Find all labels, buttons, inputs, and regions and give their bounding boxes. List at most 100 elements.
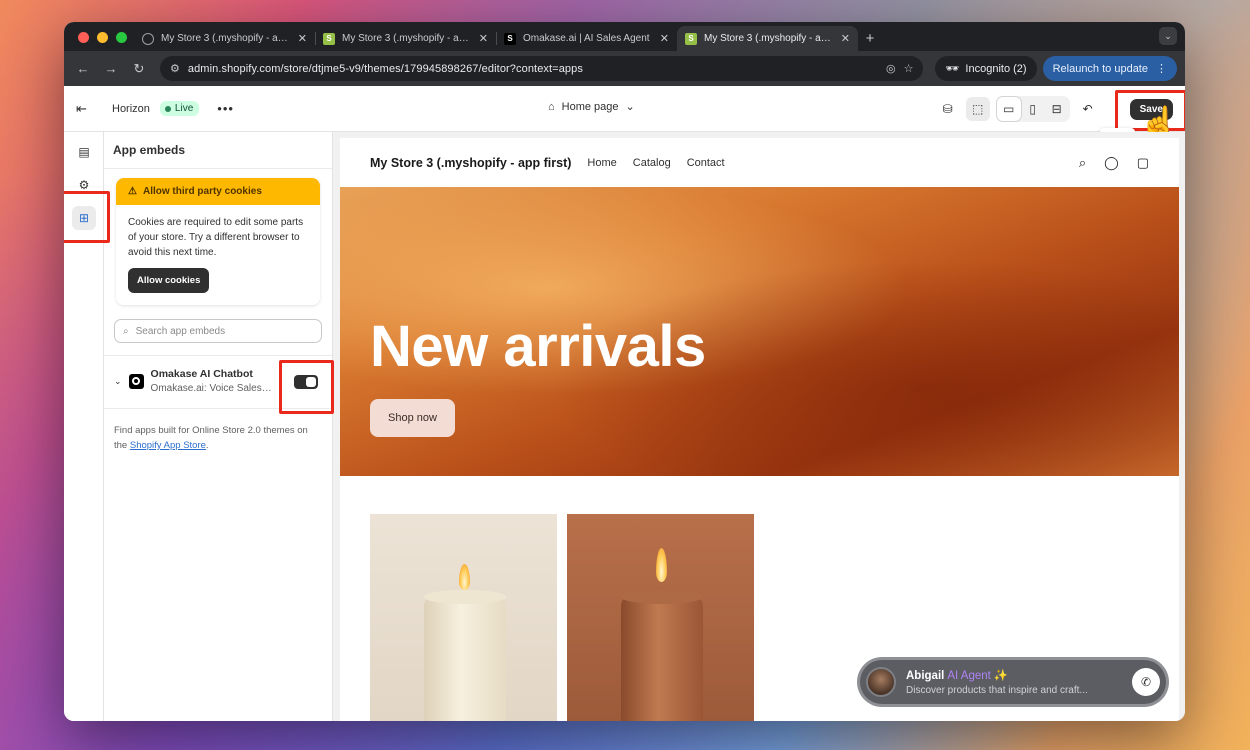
close-icon[interactable]: ✕ [660, 32, 669, 45]
agent-name: Abigail [906, 670, 945, 682]
cookie-banner-header: ⚠ Allow third party cookies [116, 178, 320, 205]
agent-name-line: Abigail AI Agent ✨ [906, 668, 1132, 682]
relaunch-label: Relaunch to update [1052, 62, 1148, 75]
close-icon[interactable]: ✕ [298, 32, 307, 45]
more-options-button[interactable]: ••• [217, 101, 234, 116]
incognito-label: Incognito (2) [965, 62, 1027, 75]
search-app-embeds-input[interactable]: ⌕ Search app embeds [114, 319, 322, 343]
hero-banner: New arrivals Shop now [340, 187, 1179, 476]
home-icon: ⌂ [548, 100, 555, 113]
chat-text: Abigail AI Agent ✨ Discover products that … [906, 668, 1132, 696]
inspector-icon[interactable]: ⬚ [965, 97, 990, 121]
account-icon[interactable]: ◯ [1104, 155, 1119, 171]
new-tab-button[interactable]: + [858, 26, 882, 51]
tab-title: My Store 3 (.myshopify - app first) [704, 33, 834, 44]
maximize-window-button[interactable] [116, 32, 127, 43]
shopify-icon: S [685, 32, 697, 45]
ai-chat-widget[interactable]: Abigail AI Agent ✨ Discover products that … [860, 660, 1166, 704]
live-label: Live [174, 103, 194, 114]
warning-icon: ⚠ [128, 186, 137, 197]
allow-cookies-button[interactable]: Allow cookies [128, 268, 210, 293]
fullscreen-icon[interactable]: ⊟ [1045, 97, 1069, 121]
window-controls [78, 32, 127, 43]
omakase-logo-icon [128, 373, 144, 389]
tab-store-active[interactable]: S My Store 3 (.myshopify - app first) ✕ [677, 26, 858, 51]
tab-title: My Store 3 (.myshopify - app first) [342, 33, 472, 44]
store-header: My Store 3 (.myshopify - app first) Home… [340, 138, 1179, 187]
shop-now-button[interactable]: Shop now [370, 399, 455, 437]
find-apps-note: Find apps built for Online Store 2.0 the… [104, 409, 332, 467]
app-embeds-panel: App embeds ⚠ Allow third party cookies C… [104, 132, 333, 721]
address-bar[interactable]: ⚙ admin.shopify.com/store/dtjme5-v9/them… [160, 56, 924, 81]
incognito-icon: 🕶 [945, 63, 960, 75]
product-card[interactable] [370, 514, 557, 721]
nav-link-contact[interactable]: Contact [687, 157, 725, 169]
close-window-button[interactable] [78, 32, 89, 43]
candle-flame-image [656, 548, 667, 582]
undo-icon[interactable]: ↶ [1076, 97, 1100, 121]
omakase-icon: S [504, 32, 516, 45]
globe-icon [142, 32, 154, 45]
phone-call-icon[interactable]: ✆ [1132, 668, 1160, 696]
browser-window: My Store 3 (.myshopify - app first) ✕ S … [64, 22, 1185, 721]
cart-icon[interactable]: ▢ [1137, 155, 1149, 171]
theme-name: Horizon [112, 102, 150, 115]
live-dot-icon [164, 105, 171, 112]
shopify-app-store-link[interactable]: Shopify App Store [130, 440, 206, 451]
search-icon[interactable]: ⌕ [1079, 155, 1086, 171]
agent-role: AI Agent [947, 670, 991, 682]
page-selector[interactable]: ⌂ Home page ⌄ [548, 100, 635, 114]
app-embeds-highlight-box [64, 191, 110, 243]
url-text: admin.shopify.com/store/dtjme5-v9/themes… [187, 62, 583, 75]
chevron-down-icon: ⌄ [625, 101, 635, 113]
store-name[interactable]: My Store 3 (.myshopify - app first) [370, 156, 571, 170]
shopify-icon: S [323, 32, 335, 45]
tab-omakase[interactable]: S Omakase.ai | AI Sales Agent ✕ [496, 26, 677, 51]
candle-flame-image [459, 564, 470, 590]
tab-store-1[interactable]: My Store 3 (.myshopify - app first) ✕ [134, 26, 315, 51]
back-button[interactable]: ← [72, 58, 94, 80]
site-info-icon[interactable]: ⚙ [170, 62, 180, 75]
candle-image [621, 590, 703, 721]
bookmark-star-icon[interactable]: ☆ [904, 62, 914, 75]
exit-icon[interactable]: ⇤ [76, 101, 94, 117]
editor-header: ⇤ Horizon Live ••• ⌂ Home page ⌄ ⛁ ⬚ ▭ ▯… [64, 86, 1185, 132]
product-card[interactable] [567, 514, 754, 721]
store-preview: My Store 3 (.myshopify - app first) Home… [340, 138, 1179, 721]
page-select-label: Home page [561, 100, 619, 113]
tab-title: My Store 3 (.myshopify - app first) [161, 33, 291, 44]
mobile-icon[interactable]: ▯ [1021, 97, 1045, 121]
chevron-down-icon[interactable]: ⌄ [114, 376, 122, 387]
sparkle-icon: ✨ [993, 670, 1009, 682]
minimize-window-button[interactable] [97, 32, 108, 43]
nav-link-catalog[interactable]: Catalog [633, 157, 671, 169]
cookie-banner: ⚠ Allow third party cookies Cookies are … [116, 178, 320, 305]
desktop-icon[interactable]: ▭ [996, 97, 1021, 121]
store-header-icons: ⌕ ◯ ▢ [1079, 155, 1149, 171]
relaunch-button[interactable]: Relaunch to update ⋮ [1042, 56, 1177, 81]
candle-image [424, 590, 506, 721]
close-icon[interactable]: ✕ [841, 32, 850, 45]
embed-subtitle: Omakase.ai: Voice Sales A... [150, 383, 273, 394]
forward-button[interactable]: → [100, 58, 122, 80]
tab-title: Omakase.ai | AI Sales Agent [523, 33, 650, 44]
cookie-banner-body: Cookies are required to edit some parts … [116, 205, 320, 305]
incognito-indicator[interactable]: 🕶 Incognito (2) [935, 56, 1037, 81]
tab-store-2[interactable]: S My Store 3 (.myshopify - app first) ✕ [315, 26, 496, 51]
eye-off-icon[interactable]: ◎ [886, 62, 896, 75]
live-badge: Live [159, 101, 200, 116]
tab-search-button[interactable]: ⌄ [1159, 27, 1177, 45]
nav-link-home[interactable]: Home [587, 157, 616, 169]
cookie-title: Allow third party cookies [142, 186, 262, 197]
close-icon[interactable]: ✕ [479, 32, 488, 45]
hero-title: New arrivals [370, 314, 706, 379]
search-icon: ⌕ [123, 325, 129, 337]
sections-icon[interactable]: ▤ [72, 140, 96, 164]
database-icon[interactable]: ⛁ [936, 97, 960, 121]
find-apps-end: . [205, 440, 209, 451]
reload-button[interactable]: ↻ [128, 58, 150, 80]
editor-body: ▤ ⚙ ⊞ App embeds ⚠ Allow third party coo… [64, 132, 1185, 721]
product-grid [370, 514, 754, 721]
tab-strip: My Store 3 (.myshopify - app first) ✕ S … [64, 22, 1185, 51]
browser-toolbar: ← → ↻ ⚙ admin.shopify.com/store/dtjme5-v… [64, 51, 1185, 86]
